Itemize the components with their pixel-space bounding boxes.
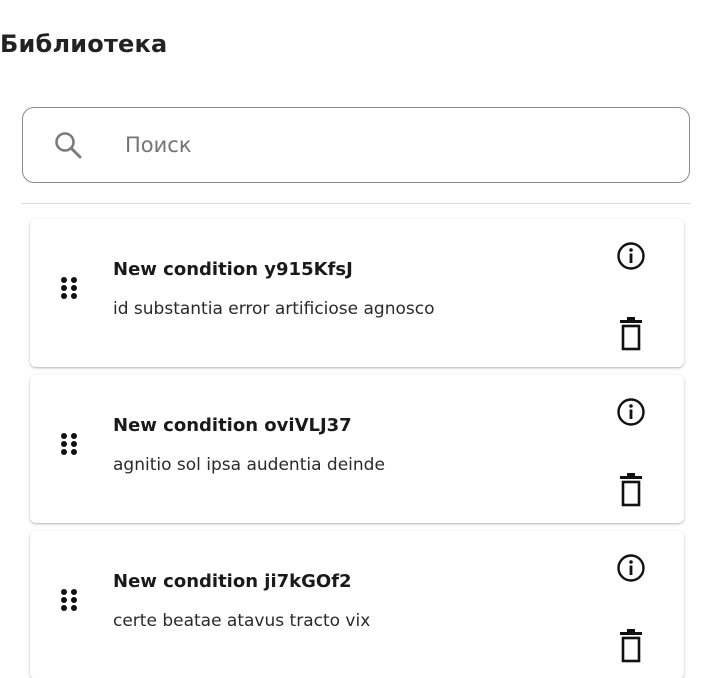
search-icon — [53, 130, 83, 160]
info-icon[interactable] — [616, 553, 646, 583]
divider — [22, 203, 690, 204]
condition-card[interactable]: New condition oviVLJ37 agnitio sol ipsa … — [30, 375, 684, 523]
condition-description: agnitio sol ipsa audentia deinde — [113, 455, 385, 475]
drag-handle-icon[interactable] — [60, 274, 80, 310]
condition-card[interactable]: New condition ji7kGOf2 certe beatae atav… — [30, 531, 684, 678]
page-title: Библиотека — [0, 30, 168, 58]
info-icon[interactable] — [616, 397, 646, 427]
trash-icon[interactable] — [619, 629, 643, 663]
condition-description: certe beatae atavus tracto vix — [113, 611, 371, 631]
condition-name: New condition y915KfsJ — [113, 259, 353, 280]
trash-icon[interactable] — [619, 317, 643, 351]
info-icon[interactable] — [616, 241, 646, 271]
library-panel: Библиотека New condition y915KfsJ id sub… — [0, 0, 702, 678]
condition-list: New condition y915KfsJ id substantia err… — [30, 219, 684, 678]
trash-icon[interactable] — [619, 473, 643, 507]
condition-name: New condition oviVLJ37 — [113, 415, 352, 436]
condition-description: id substantia error artificiose agnosco — [113, 299, 435, 319]
search-box[interactable] — [22, 107, 690, 183]
condition-card[interactable]: New condition y915KfsJ id substantia err… — [30, 219, 684, 367]
condition-name: New condition ji7kGOf2 — [113, 571, 352, 592]
search-input[interactable] — [125, 126, 665, 164]
drag-handle-icon[interactable] — [60, 430, 80, 466]
drag-handle-icon[interactable] — [60, 586, 80, 622]
